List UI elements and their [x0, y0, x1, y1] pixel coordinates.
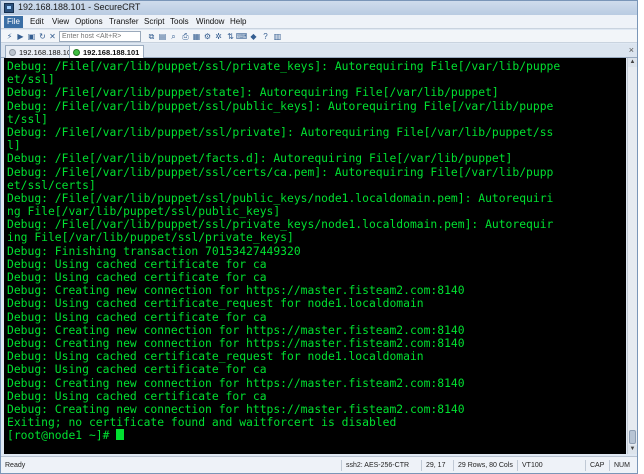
paste-icon[interactable]: ▤ — [158, 32, 167, 41]
menu-window[interactable]: Window — [193, 16, 227, 28]
help-icon[interactable]: ? — [261, 32, 270, 41]
status-emulation: VT100 — [517, 460, 561, 471]
terminal-line: Debug: /File[/var/lib/puppet/facts.d]: A… — [7, 152, 626, 165]
menu-edit[interactable]: Edit — [27, 16, 47, 28]
enter-host-input[interactable] — [59, 31, 141, 42]
menu-file[interactable]: File — [4, 16, 23, 28]
print-preview-icon[interactable]: ▦ — [192, 32, 201, 41]
terminal-line: Debug: Using cached certificate_request … — [7, 350, 626, 363]
session-status-icon — [73, 49, 80, 56]
find-icon[interactable]: ⌕ — [169, 32, 178, 41]
terminal-line: Debug: /File[/var/lib/puppet/ssl/private… — [7, 60, 626, 73]
status-num-lock: NUM — [609, 460, 635, 471]
toolbar: ⚡ ▶ ▣ ↻ ✕ ⧉ ▤ ⌕ ⎙ ▦ ⚙ ✲ ⇅ ⌨ ◆ ? ▥ — [1, 30, 637, 43]
global-options-icon[interactable]: ✲ — [214, 32, 223, 41]
shell-prompt: [root@node1 ~]# — [7, 429, 116, 442]
terminal-line: Debug: Creating new connection for https… — [7, 337, 626, 350]
status-caps-lock: CAP — [585, 460, 609, 471]
status-cipher: ssh2: AES-256-CTR — [341, 460, 421, 471]
scrollbar-thumb[interactable] — [629, 430, 636, 444]
scroll-down-icon[interactable]: ▼ — [628, 445, 637, 454]
terminal-line: Debug: /File[/var/lib/puppet/ssl/private… — [7, 126, 626, 139]
terminal-line: et/ssl] — [7, 73, 626, 86]
keymap-icon[interactable]: ⌨ — [237, 32, 246, 41]
menu-bar: File Edit View Options Transfer Script T… — [1, 15, 637, 29]
tab-session-1[interactable]: 192.168.188.10 — [5, 45, 76, 58]
terminal-line: Exiting; no certificate found and waitfo… — [7, 416, 626, 429]
terminal-line: ing File[/var/lib/puppet/ssl/private_key… — [7, 231, 626, 244]
status-cursor-position: 29, 17 — [421, 460, 453, 471]
terminal-prompt-line[interactable]: [root@node1 ~]# — [7, 429, 626, 442]
terminal-line: ng File[/var/lib/puppet/ssl/public_keys] — [7, 205, 626, 218]
terminal-output[interactable]: Debug: /File[/var/lib/puppet/ssl/private… — [4, 58, 626, 454]
tab-session-2[interactable]: 192.168.188.101 — [69, 45, 144, 59]
terminal-line: Debug: Using cached certificate_request … — [7, 297, 626, 310]
menu-help[interactable]: Help — [227, 16, 249, 28]
window-title: 192.168.188.101 - SecureCRT — [18, 2, 140, 12]
securecrt-window: 192.168.188.101 - SecureCRT File Edit Vi… — [0, 0, 638, 474]
print-icon[interactable]: ⎙ — [181, 32, 190, 41]
sftp-icon[interactable]: ⇅ — [226, 32, 235, 41]
terminal-line: Debug: /File[/var/lib/puppet/state]: Aut… — [7, 86, 626, 99]
terminal-line: Debug: /File[/var/lib/puppet/ssl/private… — [7, 218, 626, 231]
connect-in-tab-icon[interactable]: ▣ — [27, 32, 36, 41]
menu-tools[interactable]: Tools — [167, 16, 192, 28]
text-cursor — [116, 429, 124, 440]
session-status-icon — [9, 49, 16, 56]
tab-label: 192.168.188.10 — [19, 47, 71, 58]
session-tabs: 192.168.188.10 192.168.188.101 × — [1, 44, 637, 58]
connect-icon[interactable]: ⚡ — [5, 32, 14, 41]
securecrt-app-icon — [4, 3, 14, 13]
title-bar[interactable]: 192.168.188.101 - SecureCRT — [1, 1, 637, 15]
terminal-line: Debug: Creating new connection for https… — [7, 324, 626, 337]
terminal-line: Debug: Using cached certificate for ca — [7, 390, 626, 403]
terminal-line: l] — [7, 139, 626, 152]
tab-label: 192.168.188.101 — [83, 47, 139, 58]
terminal-scrollbar[interactable]: ▲ ▼ — [627, 58, 637, 454]
menu-transfer[interactable]: Transfer — [106, 16, 142, 28]
sessions-icon[interactable]: ▥ — [273, 32, 282, 41]
scroll-up-icon[interactable]: ▲ — [628, 58, 637, 67]
disconnect-icon[interactable]: ✕ — [48, 32, 57, 41]
terminal-line: Debug: Using cached certificate for ca — [7, 363, 626, 376]
menu-view[interactable]: View — [49, 16, 72, 28]
terminal-line: Debug: Using cached certificate for ca — [7, 258, 626, 271]
quick-connect-icon[interactable]: ▶ — [16, 32, 25, 41]
copy-icon[interactable]: ⧉ — [147, 32, 156, 41]
status-bar: Ready ssh2: AES-256-CTR 29, 17 29 Rows, … — [1, 456, 637, 473]
status-terminal-size: 29 Rows, 80 Cols — [453, 460, 517, 471]
terminal-line: Debug: /File[/var/lib/puppet/ssl/public_… — [7, 100, 626, 113]
terminal-line: Debug: Creating new connection for https… — [7, 377, 626, 390]
securefx-icon[interactable]: ◆ — [249, 32, 258, 41]
status-ready: Ready — [5, 460, 25, 471]
terminal-line: Debug: Creating new connection for https… — [7, 284, 626, 297]
terminal-line: Debug: Creating new connection for https… — [7, 403, 626, 416]
terminal-line: Debug: /File[/var/lib/puppet/ssl/public_… — [7, 192, 626, 205]
reconnect-icon[interactable]: ↻ — [38, 32, 47, 41]
session-options-icon[interactable]: ⚙ — [203, 32, 212, 41]
close-tab-icon[interactable]: × — [629, 46, 634, 55]
menu-script[interactable]: Script — [141, 16, 167, 28]
terminal-line: Debug: Using cached certificate for ca — [7, 271, 626, 284]
terminal-line: Debug: Using cached certificate for ca — [7, 311, 626, 324]
terminal-line: et/ssl/certs] — [7, 179, 626, 192]
terminal-line: Debug: Finishing transaction 70153427449… — [7, 245, 626, 258]
menu-options[interactable]: Options — [72, 16, 106, 28]
terminal-line: Debug: /File[/var/lib/puppet/ssl/certs/c… — [7, 166, 626, 179]
terminal-line: t/ssl] — [7, 113, 626, 126]
